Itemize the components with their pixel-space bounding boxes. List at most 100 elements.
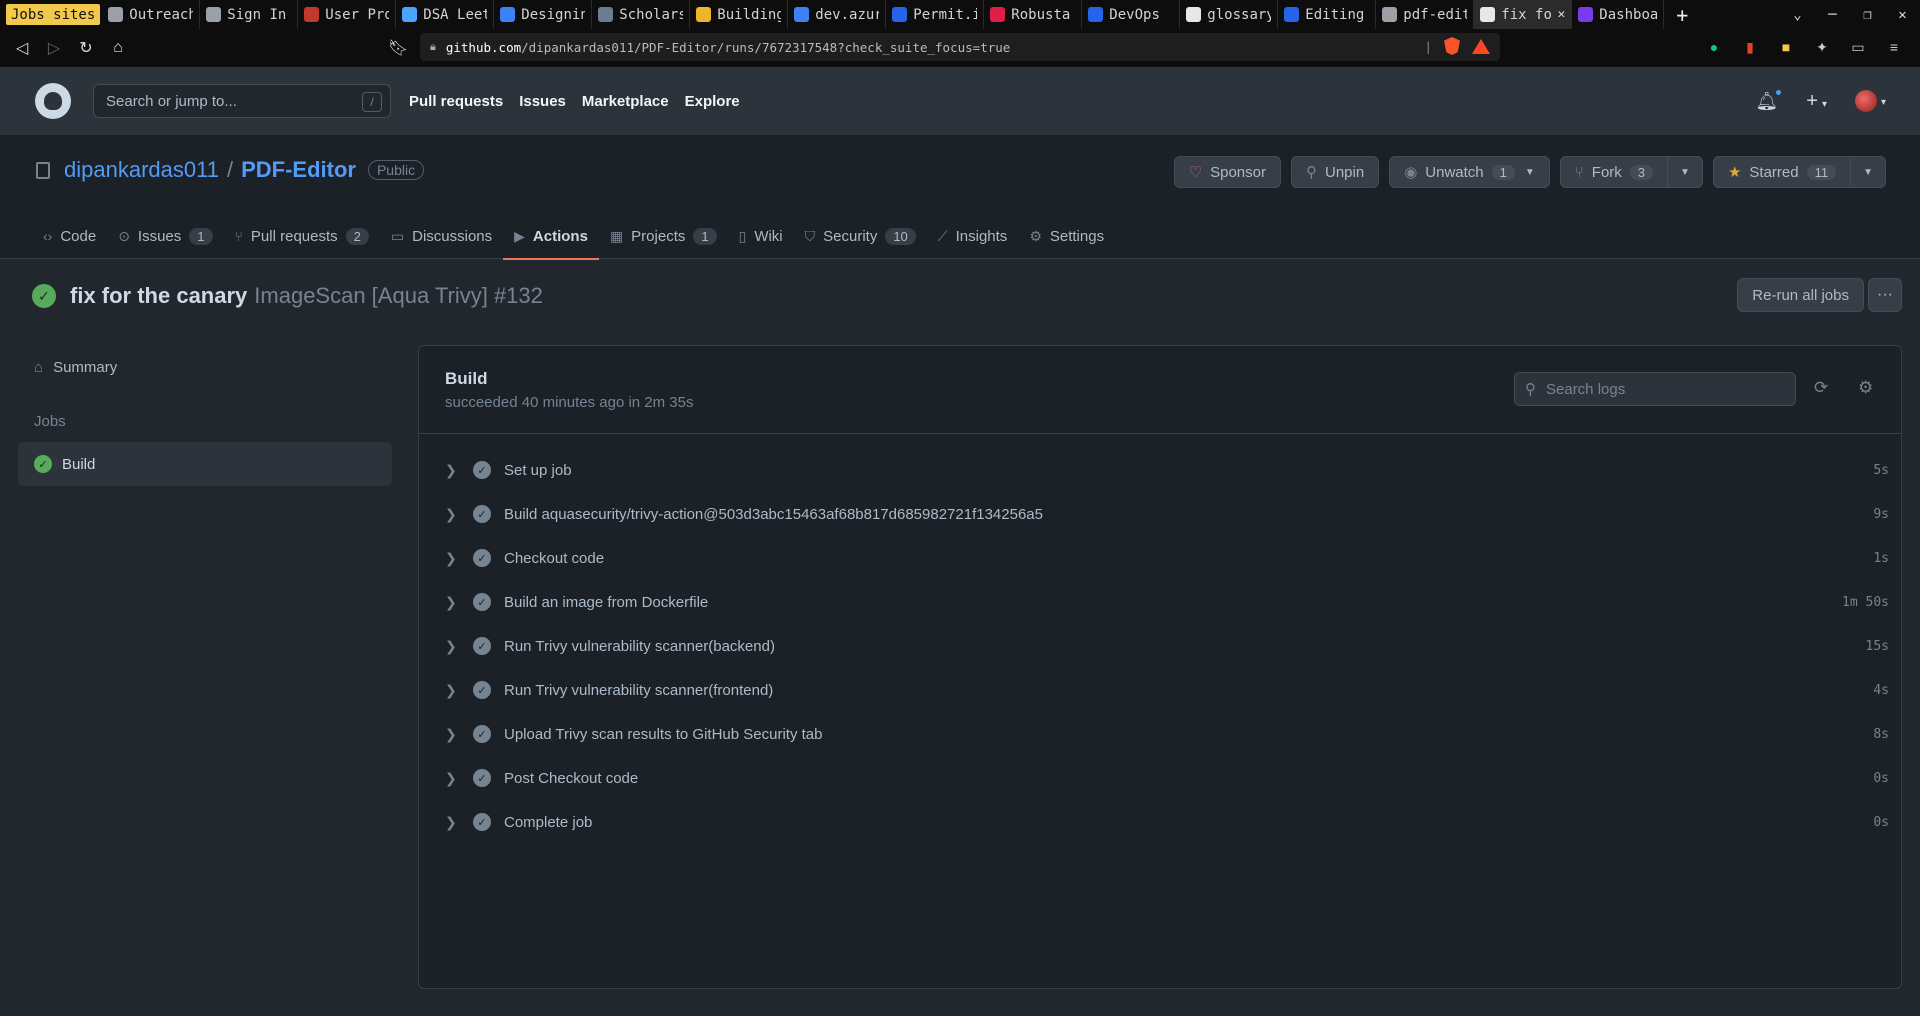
browser-tab[interactable]: Sign In <box>200 0 299 29</box>
browser-tab[interactable]: Outreach <box>102 0 201 29</box>
chevron-right-icon[interactable]: ❯ <box>445 726 473 743</box>
close-window-icon[interactable]: ✕ <box>1885 7 1920 23</box>
chevron-right-icon[interactable]: ❯ <box>445 770 473 787</box>
job-step-row[interactable]: ❯ ✓ Build aquasecurity/trivy-action@503d3a… <box>419 492 1901 536</box>
browser-tab[interactable]: fix fo ✕ <box>1474 0 1573 29</box>
browser-tab[interactable]: dev.azur <box>788 0 887 29</box>
browser-tab[interactable]: Jobs sites <box>6 4 101 25</box>
job-step-row[interactable]: ❯ ✓ Set up job 5s <box>419 448 1901 492</box>
step-name: Run Trivy vulnerability scanner(frontend… <box>504 681 774 699</box>
unpin-button[interactable]: ⚲ Unpin <box>1290 156 1380 188</box>
refresh-icon[interactable]: ⟳ <box>1814 378 1828 398</box>
address-bar[interactable]: 🔒︎ github.com/dipankardas011/PDF-Editor/… <box>420 33 1500 61</box>
extension-yellow-icon[interactable]: ■ <box>1772 33 1800 61</box>
nav-issues[interactable]: Issues <box>519 93 566 110</box>
job-step-row[interactable]: ❯ ✓ Post Checkout code 0s <box>419 756 1901 800</box>
sponsor-button[interactable]: ♡ Sponsor <box>1173 156 1281 188</box>
job-step-row[interactable]: ❯ ✓ Run Trivy vulnerability scanner(fronte… <box>419 668 1901 712</box>
wallet-icon[interactable]: ▭ <box>1844 33 1872 61</box>
browser-tab[interactable]: Scholars <box>592 0 691 29</box>
browser-tab[interactable]: DevOps <box>1082 0 1181 29</box>
chevron-right-icon[interactable]: ❯ <box>445 594 473 611</box>
notifications-bell-icon[interactable]: 🔔︎ <box>1755 87 1784 112</box>
step-name: Upload Trivy scan results to GitHub Secu… <box>504 725 823 743</box>
job-step-row[interactable]: ❯ ✓ Upload Trivy scan results to GitHub Se… <box>419 712 1901 756</box>
starred-button[interactable]: ★ Starred 11 <box>1712 156 1852 188</box>
repo-name-link[interactable]: PDF-Editor <box>241 157 356 183</box>
fork-dropdown-button[interactable]: ▼ <box>1668 156 1703 188</box>
job-status-text: succeeded 40 minutes ago in 2m 35s <box>445 394 694 411</box>
tab-security[interactable]: ⛉ Security 10 <box>794 213 927 259</box>
browser-tab[interactable]: Permit.i <box>886 0 985 29</box>
nav-pull-requests[interactable]: Pull requests <box>409 93 503 110</box>
chevron-right-icon[interactable]: ❯ <box>445 550 473 567</box>
home-icon[interactable]: ⌂ <box>102 32 134 64</box>
tab-pull-requests[interactable]: ⑂ Pull requests 2 <box>224 213 380 259</box>
job-step-row[interactable]: ❯ ✓ Complete job 0s <box>419 800 1901 844</box>
close-tab-icon[interactable]: ✕ <box>1557 7 1565 22</box>
browser-tab[interactable]: Building <box>690 0 789 29</box>
reload-icon[interactable]: ↻ <box>70 32 102 64</box>
tab-discussions[interactable]: ▭ Discussions <box>380 213 503 259</box>
tab-favicon-icon <box>990 7 1006 22</box>
run-title: ✓ fix for the canary ImageScan [Aqua Tri… <box>32 283 543 309</box>
back-icon[interactable]: ◁ <box>6 32 38 64</box>
forward-icon[interactable]: ▷ <box>38 32 70 64</box>
tab-code[interactable]: ‹› Code <box>32 213 107 259</box>
step-duration: 4s <box>1873 682 1889 698</box>
browser-menu-icon[interactable]: ≡ <box>1880 33 1908 61</box>
summary-link[interactable]: ⌂ Summary <box>18 348 392 386</box>
browser-tab[interactable]: pdf-edit <box>1376 0 1475 29</box>
gear-icon[interactable]: ⚙ <box>1858 378 1873 398</box>
commit-message: fix for the canary <box>70 283 248 308</box>
maximize-icon[interactable]: ❐ <box>1850 7 1885 23</box>
job-step-row[interactable]: ❯ ✓ Checkout code 1s <box>419 536 1901 580</box>
browser-tab[interactable]: User Pro <box>298 0 397 29</box>
tab-issues[interactable]: ⊙ Issues 1 <box>107 213 223 259</box>
chevron-right-icon[interactable]: ❯ <box>445 462 473 479</box>
browser-tab[interactable]: Robusta <box>984 0 1083 29</box>
unwatch-button[interactable]: ◉ Unwatch 1 ▼ <box>1389 156 1550 188</box>
job-step-row[interactable]: ❯ ✓ Build an image from Dockerfile 1m 50s <box>419 580 1901 624</box>
rerun-all-jobs-button[interactable]: Re-run all jobs <box>1737 278 1864 312</box>
success-check-icon: ✓ <box>34 455 52 473</box>
browser-tab[interactable]: Designin <box>494 0 593 29</box>
job-log-panel: Build succeeded 40 minutes ago in 2m 35s… <box>418 345 1902 989</box>
global-search-input[interactable]: Search or jump to... / <box>93 84 391 118</box>
browser-tab[interactable]: DSA Leet <box>396 0 495 29</box>
search-logs-input[interactable]: ⚲ Search logs <box>1514 372 1796 406</box>
github-logo-icon[interactable] <box>35 83 71 119</box>
chevron-right-icon[interactable]: ❯ <box>445 682 473 699</box>
tab-list-chevron-icon[interactable]: ⌄ <box>1780 7 1815 23</box>
nav-explore[interactable]: Explore <box>685 93 740 110</box>
tab-insights[interactable]: ⟋ Insights <box>927 213 1019 259</box>
browser-tab[interactable]: Dashboar <box>1572 0 1665 29</box>
browser-tab[interactable]: Editing <box>1278 0 1377 29</box>
minimize-icon[interactable]: ─ <box>1815 7 1850 23</box>
bookmark-icon[interactable]: 🔖︎ <box>382 32 414 64</box>
brave-rewards-icon[interactable] <box>1472 38 1490 54</box>
chevron-right-icon[interactable]: ❯ <box>445 814 473 831</box>
new-tab-button[interactable]: + <box>1664 3 1700 27</box>
more-options-button[interactable]: ··· <box>1868 278 1902 312</box>
grammarly-icon[interactable]: ● <box>1700 33 1728 61</box>
user-menu[interactable]: ▾ <box>1854 90 1886 112</box>
fork-button[interactable]: ⑂ Fork 3 <box>1559 156 1669 188</box>
extension-red-icon[interactable]: ▮ <box>1736 33 1764 61</box>
job-build-link[interactable]: ✓ Build <box>18 442 392 486</box>
job-step-row[interactable]: ❯ ✓ Run Trivy vulnerability scanner(backen… <box>419 624 1901 668</box>
star-dropdown-button[interactable]: ▼ <box>1851 156 1886 188</box>
extensions-puzzle-icon[interactable]: ✦ <box>1808 33 1836 61</box>
create-new-dropdown[interactable]: + ▾ <box>1806 90 1827 113</box>
tab-actions[interactable]: ▶ Actions <box>503 213 599 260</box>
chevron-right-icon[interactable]: ❯ <box>445 506 473 523</box>
tab-settings[interactable]: ⚙ Settings <box>1018 213 1115 259</box>
browser-tab[interactable]: glossary <box>1180 0 1279 29</box>
repo-owner-link[interactable]: dipankardas011 <box>64 157 219 183</box>
jobs-heading: Jobs <box>34 412 66 430</box>
tab-projects[interactable]: ▦ Projects 1 <box>599 213 728 259</box>
chevron-right-icon[interactable]: ❯ <box>445 638 473 655</box>
brave-shields-icon[interactable] <box>1444 37 1460 55</box>
nav-marketplace[interactable]: Marketplace <box>582 93 669 110</box>
tab-wiki[interactable]: ▯ Wiki <box>728 213 794 259</box>
